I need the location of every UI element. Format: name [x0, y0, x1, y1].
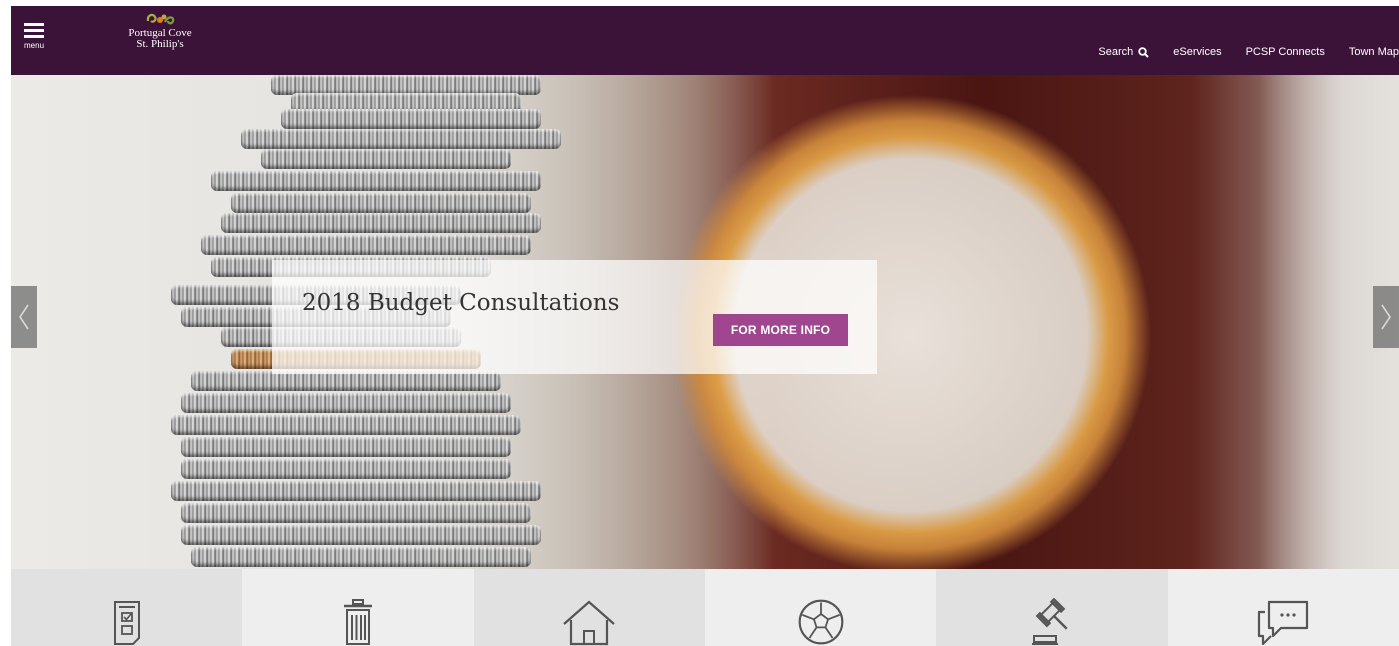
trash-can-icon: [343, 599, 372, 645]
menu-button[interactable]: menu: [24, 23, 48, 59]
nav-town-map[interactable]: Town Map: [1349, 46, 1399, 58]
nav-eservices[interactable]: eServices: [1173, 46, 1221, 58]
coin-image-piece: [181, 393, 511, 413]
hamburger-icon-bar: [24, 35, 44, 38]
soccer-ball-icon: [798, 599, 844, 645]
top-navigation: Search eServices PCSP Connects Town Map: [1074, 44, 1399, 60]
quick-link-feedback[interactable]: [1167, 569, 1399, 646]
coin-image-piece: [171, 481, 541, 501]
nav-search-label: Search: [1098, 46, 1134, 58]
quick-link-waste[interactable]: [242, 569, 474, 646]
coin-image-piece: [181, 525, 541, 545]
nav-pcsp-connects[interactable]: PCSP Connects: [1246, 46, 1325, 58]
hamburger-icon-bar: [24, 29, 44, 32]
quick-links: [11, 569, 1399, 646]
site-logo[interactable]: Portugal Cove St. Philip's: [115, 11, 205, 59]
quick-link-residents[interactable]: [473, 569, 705, 646]
logo-line-2: St. Philip's: [136, 38, 184, 50]
page: menu Portugal Cove St. Philip's Search e…: [11, 6, 1399, 646]
coin-image-piece: [211, 171, 541, 191]
chat-bubble-icon: [1258, 600, 1309, 646]
hamburger-icon: [24, 23, 44, 26]
coin-image-piece: [201, 235, 531, 255]
quick-link-council[interactable]: [936, 569, 1168, 646]
chevron-left-icon: [19, 304, 29, 330]
coin-image-piece: [271, 75, 541, 95]
form-checklist-icon: [113, 601, 140, 645]
coin-image-piece: [181, 459, 511, 479]
nav-search[interactable]: Search: [1098, 46, 1149, 58]
coin-image-piece: [191, 371, 501, 391]
carousel-next-button[interactable]: [1373, 286, 1399, 348]
coin-image-piece: [181, 437, 511, 457]
search-icon: [1138, 46, 1149, 58]
carousel-prev-button[interactable]: [11, 286, 37, 348]
menu-label: menu: [24, 41, 45, 50]
site-header: menu Portugal Cove St. Philip's Search e…: [11, 6, 1399, 75]
coin-image-piece: [171, 415, 521, 435]
logo-emblem-icon: [146, 13, 175, 25]
more-info-button[interactable]: FOR MORE INFO: [713, 314, 848, 346]
hero-title: 2018 Budget Consultations: [302, 290, 620, 316]
hero-carousel: 2018 Budget Consultations FOR MORE INFO: [11, 75, 1399, 569]
coin-image-piece: [281, 109, 541, 129]
quick-link-forms[interactable]: [11, 569, 243, 646]
coin-image-piece: [191, 547, 531, 567]
coin-image-piece: [181, 503, 531, 523]
house-icon: [563, 600, 616, 646]
coin-image-piece: [231, 193, 531, 213]
hero-caption: 2018 Budget Consultations FOR MORE INFO: [272, 260, 877, 374]
quick-link-recreation[interactable]: [704, 569, 937, 646]
coin-image-piece: [241, 129, 561, 149]
gavel-icon: [1031, 598, 1068, 645]
chevron-right-icon: [1381, 304, 1391, 330]
coin-image-piece: [221, 213, 541, 233]
coin-image-piece: [261, 149, 511, 169]
